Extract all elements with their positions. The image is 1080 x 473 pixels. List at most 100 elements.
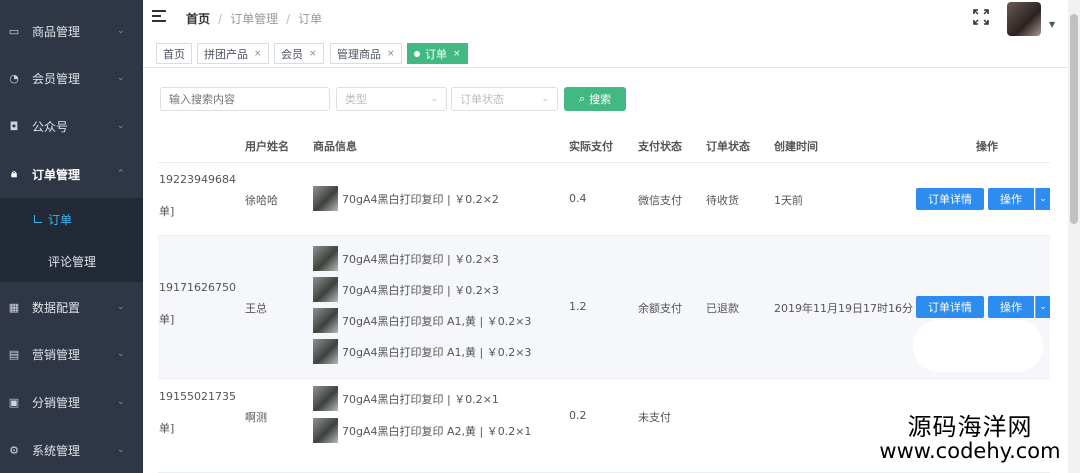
order-status: 已退款 bbox=[706, 302, 739, 315]
marketing-icon: ▤ bbox=[8, 347, 20, 361]
tab-home[interactable]: 首页 bbox=[156, 43, 192, 64]
pay-status: 未支付 bbox=[638, 411, 671, 424]
breadcrumb-home[interactable]: 首页 bbox=[186, 12, 210, 26]
menu-toggle-icon[interactable] bbox=[152, 10, 166, 22]
sidebar-item-label: 营销管理 bbox=[32, 347, 81, 362]
created-time: 2019年11月19日17时16分 bbox=[774, 302, 913, 315]
sidebar-item-label: 订单管理 bbox=[32, 167, 81, 182]
close-icon[interactable]: × bbox=[309, 49, 317, 59]
search-icon: ⌕ bbox=[578, 92, 586, 105]
order-detail-button[interactable]: 订单详情 bbox=[916, 188, 984, 210]
chevron-down-icon: ⌄ bbox=[117, 397, 125, 407]
search-button-label: 搜索 bbox=[589, 93, 612, 106]
tab-orders[interactable]: 订单 × bbox=[407, 43, 468, 64]
watermark-blob bbox=[913, 320, 1043, 372]
user-name: 啊测 bbox=[245, 411, 267, 424]
operation-button[interactable]: 操作 bbox=[988, 296, 1034, 318]
tab-label: 会员 bbox=[281, 47, 303, 61]
chevron-down-icon: ⌄ bbox=[430, 94, 438, 104]
sidebar-item-marketing[interactable]: ▤ 营销管理 ⌄ bbox=[0, 331, 143, 377]
gear-icon: ⚙ bbox=[9, 443, 19, 457]
paid-amount: 0.4 bbox=[569, 192, 587, 205]
fullscreen-icon[interactable] bbox=[973, 9, 989, 25]
close-icon[interactable]: × bbox=[387, 49, 395, 59]
order-id-suffix: 单] bbox=[159, 205, 175, 218]
tab-manage-goods[interactable]: 管理商品 × bbox=[330, 43, 402, 64]
paid-amount: 1.2 bbox=[569, 300, 587, 313]
wechat-icon: ◘ bbox=[9, 119, 19, 133]
tab-group-products[interactable]: 拼团产品 × bbox=[197, 43, 269, 64]
order-id: 19155021735 bbox=[159, 390, 236, 403]
sidebar-item-goods[interactable]: ▭ 商品管理 ⌄ bbox=[0, 8, 143, 54]
close-icon[interactable]: × bbox=[453, 49, 461, 59]
tab-label: 订单 bbox=[425, 47, 447, 61]
column-header: 用户姓名 bbox=[245, 140, 289, 153]
order-id: 19171626750 bbox=[159, 281, 236, 294]
order-id-suffix: 单] bbox=[159, 422, 175, 435]
sidebar-item-distribution[interactable]: ▣ 分销管理 ⌄ bbox=[0, 379, 143, 425]
goods-text: 70gA4黑白打印复印 | ￥0.2×3 bbox=[342, 283, 499, 297]
goods-text: 70gA4黑白打印复印 | ￥0.2×1 bbox=[342, 392, 499, 406]
sidebar-item-orders[interactable]: 🔒︎ 订单管理 ⌃ bbox=[0, 151, 143, 197]
search-button[interactable]: ⌕ 搜索 bbox=[564, 87, 626, 111]
sidebar-item-members[interactable]: ◔ 会员管理 ⌄ bbox=[0, 55, 143, 101]
sidebar-item-label: 会员管理 bbox=[32, 71, 81, 86]
sidebar-item-data-config[interactable]: ▦ 数据配置 ⌄ bbox=[0, 284, 143, 330]
order-id: 19223949684 bbox=[159, 173, 236, 186]
sidebar-subitem-reviews[interactable]: 评论管理 bbox=[0, 240, 143, 282]
bag-icon: ▭ bbox=[8, 24, 20, 38]
goods-item: 70gA4黑白打印复印 | ￥0.2×2 bbox=[313, 186, 499, 211]
goods-thumbnail bbox=[313, 386, 338, 411]
goods-thumbnail bbox=[313, 339, 338, 364]
goods-item: 70gA4黑白打印复印 A1,黄 | ￥0.2×3 bbox=[313, 339, 531, 364]
search-input[interactable] bbox=[160, 87, 330, 111]
column-header: 操作 bbox=[976, 140, 998, 153]
watermark-line2: www.codehy.com bbox=[879, 439, 1061, 464]
type-select-placeholder: 类型 bbox=[345, 93, 367, 106]
order-status: 待收货 bbox=[706, 194, 739, 207]
caret-down-icon[interactable]: ▼ bbox=[1049, 20, 1055, 29]
type-select[interactable]: 类型 ⌄ bbox=[336, 87, 447, 111]
vertical-scrollbar[interactable] bbox=[1068, 0, 1080, 473]
status-select[interactable]: 订单状态 ⌄ bbox=[451, 87, 558, 111]
order-id-suffix: 单] bbox=[159, 313, 175, 326]
sidebar-subitem-label: 订单 bbox=[48, 212, 73, 227]
chevron-down-icon: ⌄ bbox=[117, 445, 125, 455]
sidebar-item-system[interactable]: ⚙ 系统管理 ⌄ bbox=[0, 427, 143, 473]
goods-text: 70gA4黑白打印复印 A1,黄 | ￥0.2×3 bbox=[342, 314, 532, 328]
sidebar-subitem-orders[interactable]: 订单 bbox=[0, 198, 143, 240]
close-icon[interactable]: × bbox=[254, 49, 262, 59]
sidebar-item-label: 数据配置 bbox=[32, 300, 81, 315]
operation-button[interactable]: 操作 bbox=[988, 188, 1034, 210]
user-name: 徐哈哈 bbox=[245, 194, 278, 207]
table-row[interactable]: 19223949684 单] 徐哈哈 70gA4黑白打印复印 | ￥0.2×2 … bbox=[158, 163, 1050, 236]
goods-text: 70gA4黑白打印复印 | ￥0.2×3 bbox=[342, 252, 499, 266]
sidebar-item-label: 公众号 bbox=[32, 119, 69, 134]
chevron-down-icon[interactable]: ⌄ bbox=[1035, 188, 1050, 210]
chevron-down-icon: ⌄ bbox=[117, 26, 125, 36]
goods-item: 70gA4黑白打印复印 | ￥0.2×3 bbox=[313, 277, 499, 302]
tab-label: 管理商品 bbox=[337, 47, 381, 61]
tabs-bar: 首页 拼团产品 × 会员 × 管理商品 × 订单 × bbox=[143, 40, 1070, 68]
sidebar-item-official-account[interactable]: ◘ 公众号 ⌄ bbox=[0, 103, 143, 149]
scrollbar-thumb[interactable] bbox=[1070, 14, 1078, 224]
chevron-down-icon: ⌄ bbox=[117, 121, 125, 131]
tab-label: 拼团产品 bbox=[204, 47, 248, 61]
avatar[interactable] bbox=[1007, 2, 1041, 36]
goods-item: 70gA4黑白打印复印 | ￥0.2×1 bbox=[313, 386, 499, 411]
breadcrumb-separator: / bbox=[218, 12, 223, 26]
grid-icon: ▦ bbox=[8, 300, 20, 314]
goods-text: 70gA4黑白打印复印 A1,黄 | ￥0.2×3 bbox=[342, 345, 532, 359]
order-detail-button[interactable]: 订单详情 bbox=[916, 296, 984, 318]
sidebar-subitem-label: 评论管理 bbox=[48, 254, 97, 269]
pay-status: 余额支付 bbox=[638, 302, 682, 315]
active-dot-icon bbox=[414, 50, 420, 57]
chevron-up-icon: ⌃ bbox=[117, 169, 125, 179]
distribution-icon: ▣ bbox=[8, 395, 20, 409]
sidebar: ▭ 商品管理 ⌄ ◔ 会员管理 ⌄ ◘ 公众号 ⌄ 🔒︎ 订单管理 ⌃ 订单 评… bbox=[0, 0, 143, 473]
goods-item: 70gA4黑白打印复印 A1,黄 | ￥0.2×3 bbox=[313, 308, 531, 333]
chevron-down-icon[interactable]: ⌄ bbox=[1035, 296, 1050, 318]
breadcrumb-order-management[interactable]: 订单管理 bbox=[230, 12, 278, 26]
pay-status: 微信支付 bbox=[638, 194, 682, 207]
tab-members[interactable]: 会员 × bbox=[274, 43, 324, 64]
